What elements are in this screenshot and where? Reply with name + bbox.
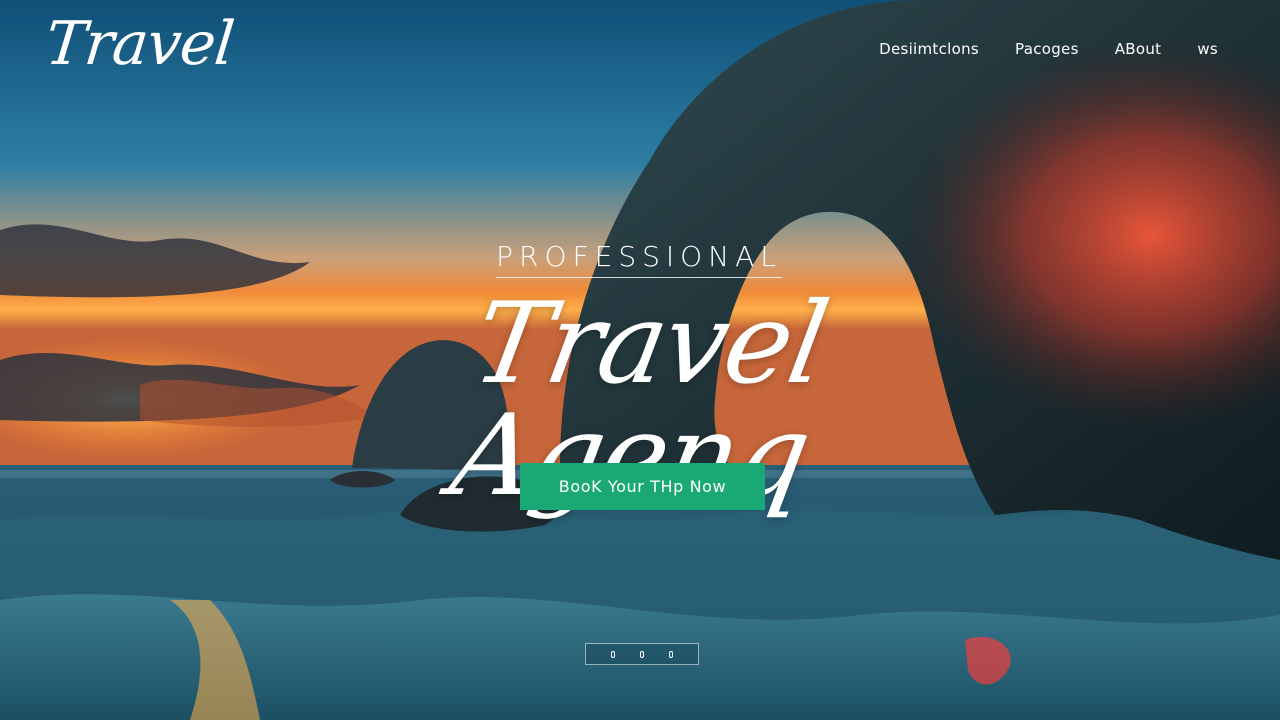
nav-item-us[interactable]: ws [1197, 40, 1218, 58]
nav-item-packages[interactable]: Pacoges [1015, 40, 1079, 58]
slider-pagination [585, 643, 699, 665]
nav-item-about[interactable]: ABout [1115, 40, 1162, 58]
hero-section: PROFESSIONAL Travel Agenq [0, 240, 1280, 521]
slider-dot-2[interactable] [640, 650, 644, 658]
hero-kicker: PROFESSIONAL [496, 240, 782, 278]
top-navigation: Desiimtclons Pacoges ABout ws [879, 40, 1218, 58]
slider-dot-3[interactable] [669, 650, 673, 658]
book-trip-button[interactable]: BooK Your THp Now [520, 463, 765, 510]
brand-logo[interactable]: Travel [42, 9, 236, 79]
nav-item-destinations[interactable]: Desiimtclons [879, 40, 979, 58]
slider-dot-1[interactable] [611, 650, 615, 658]
